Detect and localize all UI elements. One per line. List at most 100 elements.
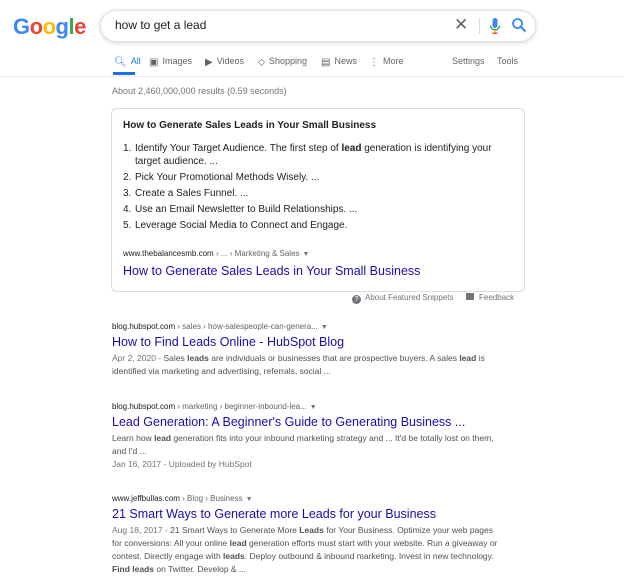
snippet-bold: leads — [223, 551, 245, 561]
item-text: Use an Email Newsletter to Build Relatio… — [135, 204, 358, 215]
image-icon: ▣ — [149, 57, 159, 68]
chevron-down-icon[interactable]: ▼ — [246, 496, 253, 503]
help-icon: ? — [352, 295, 361, 304]
more-icon: ⋮ — [369, 57, 379, 68]
chevron-down-icon[interactable]: ▼ — [303, 251, 310, 258]
google-logo[interactable]: Google — [13, 14, 86, 40]
item-number: 1. — [123, 143, 132, 154]
logo-letter: G — [13, 14, 30, 39]
snippet-bold: leads — [187, 353, 209, 363]
list-item: 1. Identify Your Target Audience. The fir… — [123, 142, 513, 168]
about-featured-snippets[interactable]: ? About Featured Snippets — [352, 293, 454, 304]
item-number: 2. — [123, 172, 132, 183]
active-tab-indicator — [113, 72, 135, 75]
result-snippet: Learn how lead generation fits into your… — [112, 432, 502, 471]
cite-path: › Blog › Business — [179, 494, 243, 503]
tab-shopping[interactable]: ⬦ Shopping — [258, 56, 307, 68]
tab-tools[interactable]: Tools — [497, 56, 518, 66]
tab-all[interactable]: 🔍︎ All — [114, 56, 141, 68]
result-date: Apr 2, 2020 - — [112, 353, 164, 363]
snippet-bold: Find leads — [112, 564, 155, 574]
item-number: 5. — [123, 220, 132, 231]
snippet-bold: lead — [154, 433, 172, 443]
search-result: www.jeffbullas.com › Blog › Business ▼ 21… — [112, 494, 502, 576]
result-cite: blog.hubspot.com › marketing › beginner-… — [112, 402, 502, 411]
tab-label: Shopping — [269, 56, 308, 66]
tab-videos[interactable]: ▶ Videos — [205, 56, 244, 68]
tab-images[interactable]: ▣ Images — [149, 56, 192, 68]
chevron-down-icon[interactable]: ▼ — [321, 324, 328, 331]
search-result: blog.hubspot.com › marketing › beginner-… — [112, 402, 502, 471]
tab-label: Tools — [497, 56, 519, 66]
tab-label: Settings — [452, 56, 485, 66]
result-snippet: Aug 18, 2017 - 21 Smart Ways to Generate… — [112, 524, 502, 576]
item-number: 4. — [123, 204, 132, 215]
feedback-link[interactable]: Feedback — [466, 293, 514, 302]
logo-letter: o — [29, 14, 43, 39]
search-icon: 🔍︎ — [114, 57, 127, 68]
tab-more[interactable]: ⋮ More — [369, 56, 404, 68]
snippet-text: on Twitter. Develop & ... — [154, 564, 247, 574]
cite-path: › marketing › beginner-inbound-lea... — [175, 402, 307, 411]
list-item: 5. Leverage Social Media to Connect and E… — [123, 219, 513, 232]
result-title[interactable]: 21 Smart Ways to Generate more Leads for… — [112, 507, 502, 521]
tab-news[interactable]: ▤ News — [321, 56, 357, 68]
tab-label: More — [383, 56, 404, 66]
tag-icon: ⬦ — [258, 57, 265, 68]
search-box[interactable]: how to get a lead ✕ — [100, 10, 536, 42]
search-divider — [479, 18, 480, 34]
result-stats: About 2,460,000,000 results (0.59 second… — [112, 86, 287, 96]
mic-icon[interactable] — [489, 17, 501, 35]
result-date: Jan 16, 2017 - Uploaded by HubSpot — [112, 459, 252, 469]
result-snippet: Apr 2, 2020 - Sales leads are individual… — [112, 352, 502, 378]
snippet-bold: lead — [229, 538, 247, 548]
result-title[interactable]: Lead Generation: A Beginner's Guide to G… — [112, 415, 502, 429]
list-item: 3. Create a Sales Funnel. ... — [123, 187, 513, 200]
news-icon: ▤ — [321, 57, 331, 68]
snippet-link[interactable]: How to Generate Sales Leads in Your Smal… — [123, 264, 420, 278]
logo-letter: g — [55, 14, 69, 39]
item-text: Identify Your Target Audience. The first… — [135, 143, 342, 154]
snippet-heading: How to Generate Sales Leads in Your Smal… — [123, 120, 377, 131]
cite-domain: blog.hubspot.com — [112, 322, 176, 331]
cite-domain: www.jeffbullas.com — [112, 494, 180, 503]
search-input[interactable]: how to get a lead — [115, 18, 206, 32]
tab-label: Images — [162, 56, 192, 66]
item-number: 3. — [123, 188, 132, 199]
search-result: blog.hubspot.com › sales › how-salespeop… — [112, 322, 502, 378]
snippet-cite: www.thebalancesmb.com › ... › Marketing … — [123, 249, 309, 258]
tab-label: All — [130, 56, 141, 66]
item-bold: lead — [341, 143, 362, 154]
snippet-list: 1. Identify Your Target Audience. The fir… — [123, 142, 513, 235]
snippet-bold: Leads — [299, 525, 324, 535]
tab-label: News — [334, 56, 357, 66]
list-item: 2. Pick Your Promotional Methods Wisely. … — [123, 171, 513, 184]
feedback-label: Feedback — [479, 293, 515, 302]
result-date: Aug 18, 2017 - — [112, 525, 171, 535]
feedback-icon — [466, 293, 474, 300]
featured-snippet: How to Generate Sales Leads in Your Smal… — [111, 108, 525, 292]
snippet-text: . Deploy outbound & inbound marketing. I… — [244, 551, 494, 561]
result-title[interactable]: How to Find Leads Online - HubSpot Blog — [112, 335, 502, 349]
result-cite: blog.hubspot.com › sales › how-salespeop… — [112, 322, 502, 331]
video-icon: ▶ — [205, 57, 213, 68]
item-text: Pick Your Promotional Methods Wisely. ..… — [135, 172, 320, 183]
about-snippets-label: About Featured Snippets — [365, 293, 454, 302]
item-text: Create a Sales Funnel. ... — [135, 188, 249, 199]
cite-domain: blog.hubspot.com — [112, 402, 176, 411]
cite-path: › sales › how-salespeople-can-genera... — [175, 322, 318, 331]
snippet-text: Sales — [163, 353, 188, 363]
snippet-text: are individuals or businesses that are p… — [208, 353, 460, 363]
snippet-bold: lead — [459, 353, 477, 363]
tab-label: Videos — [216, 56, 245, 66]
tab-settings[interactable]: Settings — [452, 56, 485, 66]
logo-letter: o — [42, 14, 56, 39]
result-cite: www.jeffbullas.com › Blog › Business ▼ — [112, 494, 502, 503]
cite-path: › ... › Marketing & Sales — [213, 249, 300, 258]
close-icon[interactable]: ✕ — [454, 16, 468, 34]
logo-letter: e — [74, 14, 86, 39]
chevron-down-icon[interactable]: ▼ — [310, 404, 317, 411]
search-icon[interactable] — [511, 17, 527, 33]
item-text: Leverage Social Media to Connect and Eng… — [135, 220, 348, 231]
list-item: 4. Use an Email Newsletter to Build Relat… — [123, 203, 513, 216]
